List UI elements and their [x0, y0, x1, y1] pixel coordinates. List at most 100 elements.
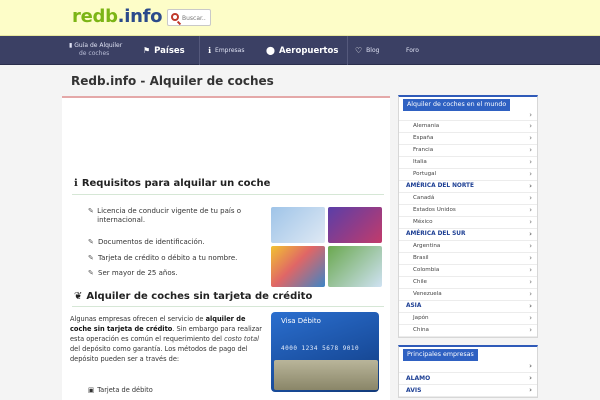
documents-collage-image: [271, 207, 382, 287]
sidebar-country-item[interactable]: México ›: [399, 217, 537, 229]
chevron-right-icon: ›: [529, 134, 532, 142]
section-requisitos-label: Requisitos para alquilar un coche: [81, 178, 271, 189]
list-item: ✎ Documentos de identificación.: [88, 238, 268, 254]
sidebar-item-label: China: [413, 327, 429, 333]
chevron-right-icon: ›: [529, 362, 532, 370]
requisitos-list: ✎ Licencia de conducir vigente de tu paí…: [88, 207, 268, 285]
sidebar-country-item[interactable]: Estados Unidos ›: [399, 205, 537, 217]
sin-tarjeta-paragraph: Algunas empresas ofrecen el servicio de …: [70, 314, 265, 364]
leaf-icon: ❦: [74, 291, 83, 302]
list-item-text: Ser mayor de 25 años.: [98, 269, 178, 277]
sidebar-company-item[interactable]: AVIS ›: [399, 385, 537, 397]
nav-blog[interactable]: ♡ Blog: [355, 36, 379, 65]
world-list: › Alemania › España › Francia › Italia › Portugal…: [399, 111, 537, 337]
sidebar-country-item[interactable]: Italia ›: [399, 157, 537, 169]
nav-guia-line2: de coches: [79, 50, 110, 57]
chevron-right-icon: ›: [529, 266, 532, 274]
para-text: Algunas empresas ofrecen el servicio de: [70, 315, 204, 323]
sidebar-company-item[interactable]: ›: [399, 361, 537, 373]
flag-icon: ⚑: [143, 46, 151, 55]
search-input[interactable]: [182, 12, 211, 24]
sidebar-country-item[interactable]: Portugal ›: [399, 169, 537, 181]
credit-cards: [271, 246, 325, 287]
nav-foro[interactable]: Foro: [406, 36, 419, 65]
list-item: ✎ Tarjeta de crédito o débito a tu nombr…: [88, 254, 268, 270]
top-header: redb.info: [0, 0, 600, 36]
chevron-right-icon: ›: [529, 206, 532, 214]
nav-empresas[interactable]: ℹ Empresas: [208, 36, 244, 65]
sidebar-country-item[interactable]: Francia ›: [399, 145, 537, 157]
sidebar-item-label: Portugal: [413, 171, 437, 177]
heart-icon: ♡: [355, 46, 363, 55]
list-item: ▣ Tarjeta de débito: [88, 386, 153, 394]
widget-header: Alquiler de coches en el mundo: [399, 97, 537, 111]
sidebar-region-item[interactable]: AMÉRICA DEL SUR ›: [399, 229, 537, 241]
debit-card-number: 4000 1234 5678 9010: [281, 345, 360, 352]
credit-card-icon: ▣: [88, 386, 95, 394]
sidebar: Alquiler de coches en el mundo › Alemania…: [398, 95, 538, 398]
sidebar-region-item[interactable]: AMÉRICA DEL NORTE ›: [399, 181, 537, 193]
sidebar-item-label: Japón: [413, 315, 429, 321]
chevron-right-icon: ›: [529, 182, 532, 190]
sidebar-country-item[interactable]: Chile ›: [399, 277, 537, 289]
widget-header: Principales empresas: [399, 347, 537, 361]
sidebar-item-label: Brasil: [413, 255, 429, 261]
nav-guia[interactable]: ▮ Guía de Alquiler de coches: [69, 42, 139, 58]
list-item: ✎ Licencia de conducir vigente de tu paí…: [88, 207, 268, 238]
sidebar-country-item[interactable]: Canadá ›: [399, 193, 537, 205]
sidebar-country-item[interactable]: Alemania ›: [399, 121, 537, 133]
companies-list: › ALAMO › AVIS ›: [399, 361, 537, 397]
nav-blog-label: Blog: [366, 47, 380, 54]
para-text: del depósito como garantía. Los métodos …: [70, 345, 248, 363]
nav-divider: [199, 36, 200, 65]
chevron-right-icon: ›: [529, 146, 532, 154]
nav-guia-line1: Guía de Alquiler: [74, 42, 123, 49]
site-logo[interactable]: redb.info: [72, 6, 162, 27]
nav-foro-label: Foro: [406, 47, 419, 54]
id-card: [328, 207, 382, 243]
sidebar-country-item[interactable]: ›: [399, 111, 537, 121]
chevron-right-icon: ›: [529, 386, 532, 394]
sidebar-item-label: Canadá: [413, 195, 435, 201]
para-em: costo total: [224, 335, 259, 343]
logo-main: redb: [72, 6, 118, 27]
world-widget: Alquiler de coches en el mundo › Alemania…: [398, 95, 538, 338]
list-item-text: Tarjeta de débito: [97, 386, 153, 394]
section-divider: [72, 194, 384, 195]
chevron-right-icon: ›: [529, 122, 532, 130]
sidebar-country-item[interactable]: Colombia ›: [399, 265, 537, 277]
sidebar-item-label: AVIS: [406, 387, 422, 394]
info-icon: ℹ: [208, 46, 212, 55]
sidebar-item-label: Venezuela: [413, 291, 442, 297]
chevron-right-icon: ›: [529, 254, 532, 262]
nav-aeropuertos[interactable]: ⬤ Aeropuertos: [266, 36, 338, 65]
sidebar-item-label: Argentina: [413, 243, 441, 249]
sidebar-country-item[interactable]: Argentina ›: [399, 241, 537, 253]
sidebar-country-item[interactable]: Japón ›: [399, 313, 537, 325]
edit-icon: ✎: [88, 207, 94, 215]
sidebar-country-item[interactable]: Venezuela ›: [399, 289, 537, 301]
info-circle-icon: ℹ: [74, 178, 78, 189]
chevron-right-icon: ›: [529, 194, 532, 202]
section-sin-tarjeta-label: Alquiler de coches sin tarjeta de crédit…: [86, 291, 313, 302]
chevron-right-icon: ›: [529, 170, 532, 178]
logo-dot: .info: [117, 6, 163, 27]
chevron-right-icon: ›: [529, 111, 532, 119]
chevron-right-icon: ›: [529, 242, 532, 250]
sidebar-country-item[interactable]: España ›: [399, 133, 537, 145]
search-box[interactable]: [167, 9, 211, 26]
search-icon[interactable]: [171, 13, 179, 21]
edit-icon: ✎: [88, 238, 94, 246]
sidebar-item-label: España: [413, 135, 434, 141]
chevron-right-icon: ›: [529, 158, 532, 166]
sidebar-country-item[interactable]: China ›: [399, 325, 537, 337]
sidebar-region-item[interactable]: ASIA ›: [399, 301, 537, 313]
nav-divider: [347, 36, 348, 65]
nav-paises[interactable]: ⚑ Países: [143, 36, 185, 65]
chevron-right-icon: ›: [529, 290, 532, 298]
license-card: [271, 207, 325, 243]
sidebar-company-item[interactable]: ALAMO ›: [399, 373, 537, 385]
sidebar-item-label: Colombia: [413, 267, 440, 273]
companies-widget-title: Principales empresas: [403, 349, 478, 361]
sidebar-country-item[interactable]: Brasil ›: [399, 253, 537, 265]
